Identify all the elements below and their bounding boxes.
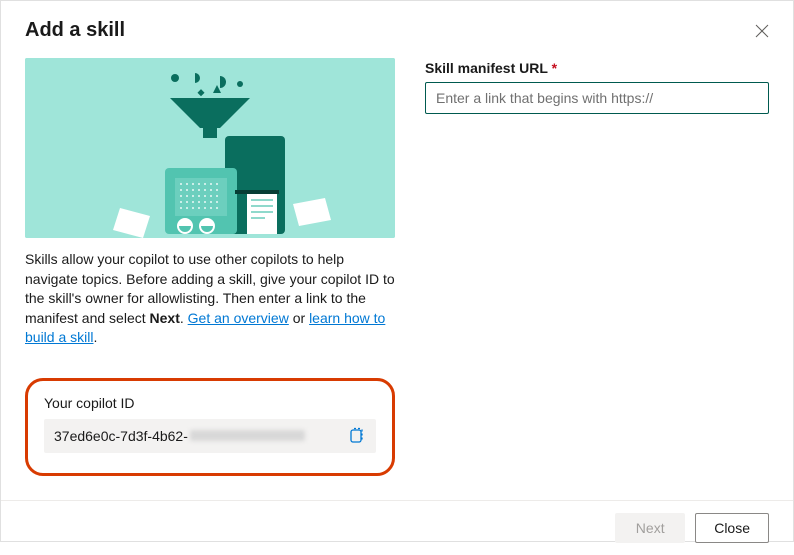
right-panel: Skill manifest URL * <box>425 58 769 476</box>
overview-link[interactable]: Get an overview <box>188 310 289 326</box>
manifest-url-label: Skill manifest URL * <box>425 60 769 76</box>
copilot-id-field: 37ed6e0c-7d3f-4b62- <box>44 419 376 453</box>
skill-description: Skills allow your copilot to use other c… <box>25 250 395 348</box>
desc-bold: Next <box>150 310 180 326</box>
dialog-title: Add a skill <box>25 19 125 42</box>
dialog-header: Add a skill <box>1 1 793 50</box>
copilot-id-value: 37ed6e0c-7d3f-4b62- <box>54 428 305 444</box>
add-skill-dialog: Add a skill <box>0 0 794 542</box>
close-button[interactable]: Close <box>695 513 769 543</box>
copilot-id-label: Your copilot ID <box>44 395 376 411</box>
next-button[interactable]: Next <box>615 513 685 543</box>
desc-end: . <box>93 329 97 345</box>
manifest-url-label-text: Skill manifest URL <box>425 60 548 76</box>
left-panel: Skills allow your copilot to use other c… <box>25 58 395 476</box>
copilot-id-redacted <box>190 430 305 441</box>
manifest-url-input[interactable] <box>425 82 769 114</box>
desc-text-2: . <box>180 310 188 326</box>
dialog-footer: Next Close <box>1 500 793 555</box>
dialog-body: Skills allow your copilot to use other c… <box>1 50 793 500</box>
required-indicator: * <box>552 60 557 76</box>
copilot-id-visible: 37ed6e0c-7d3f-4b62- <box>54 428 188 444</box>
skill-illustration <box>25 58 395 238</box>
copilot-id-highlight: Your copilot ID 37ed6e0c-7d3f-4b62- <box>25 378 395 476</box>
desc-or: or <box>289 310 309 326</box>
copy-icon[interactable] <box>348 427 366 445</box>
close-icon[interactable] <box>755 24 769 38</box>
